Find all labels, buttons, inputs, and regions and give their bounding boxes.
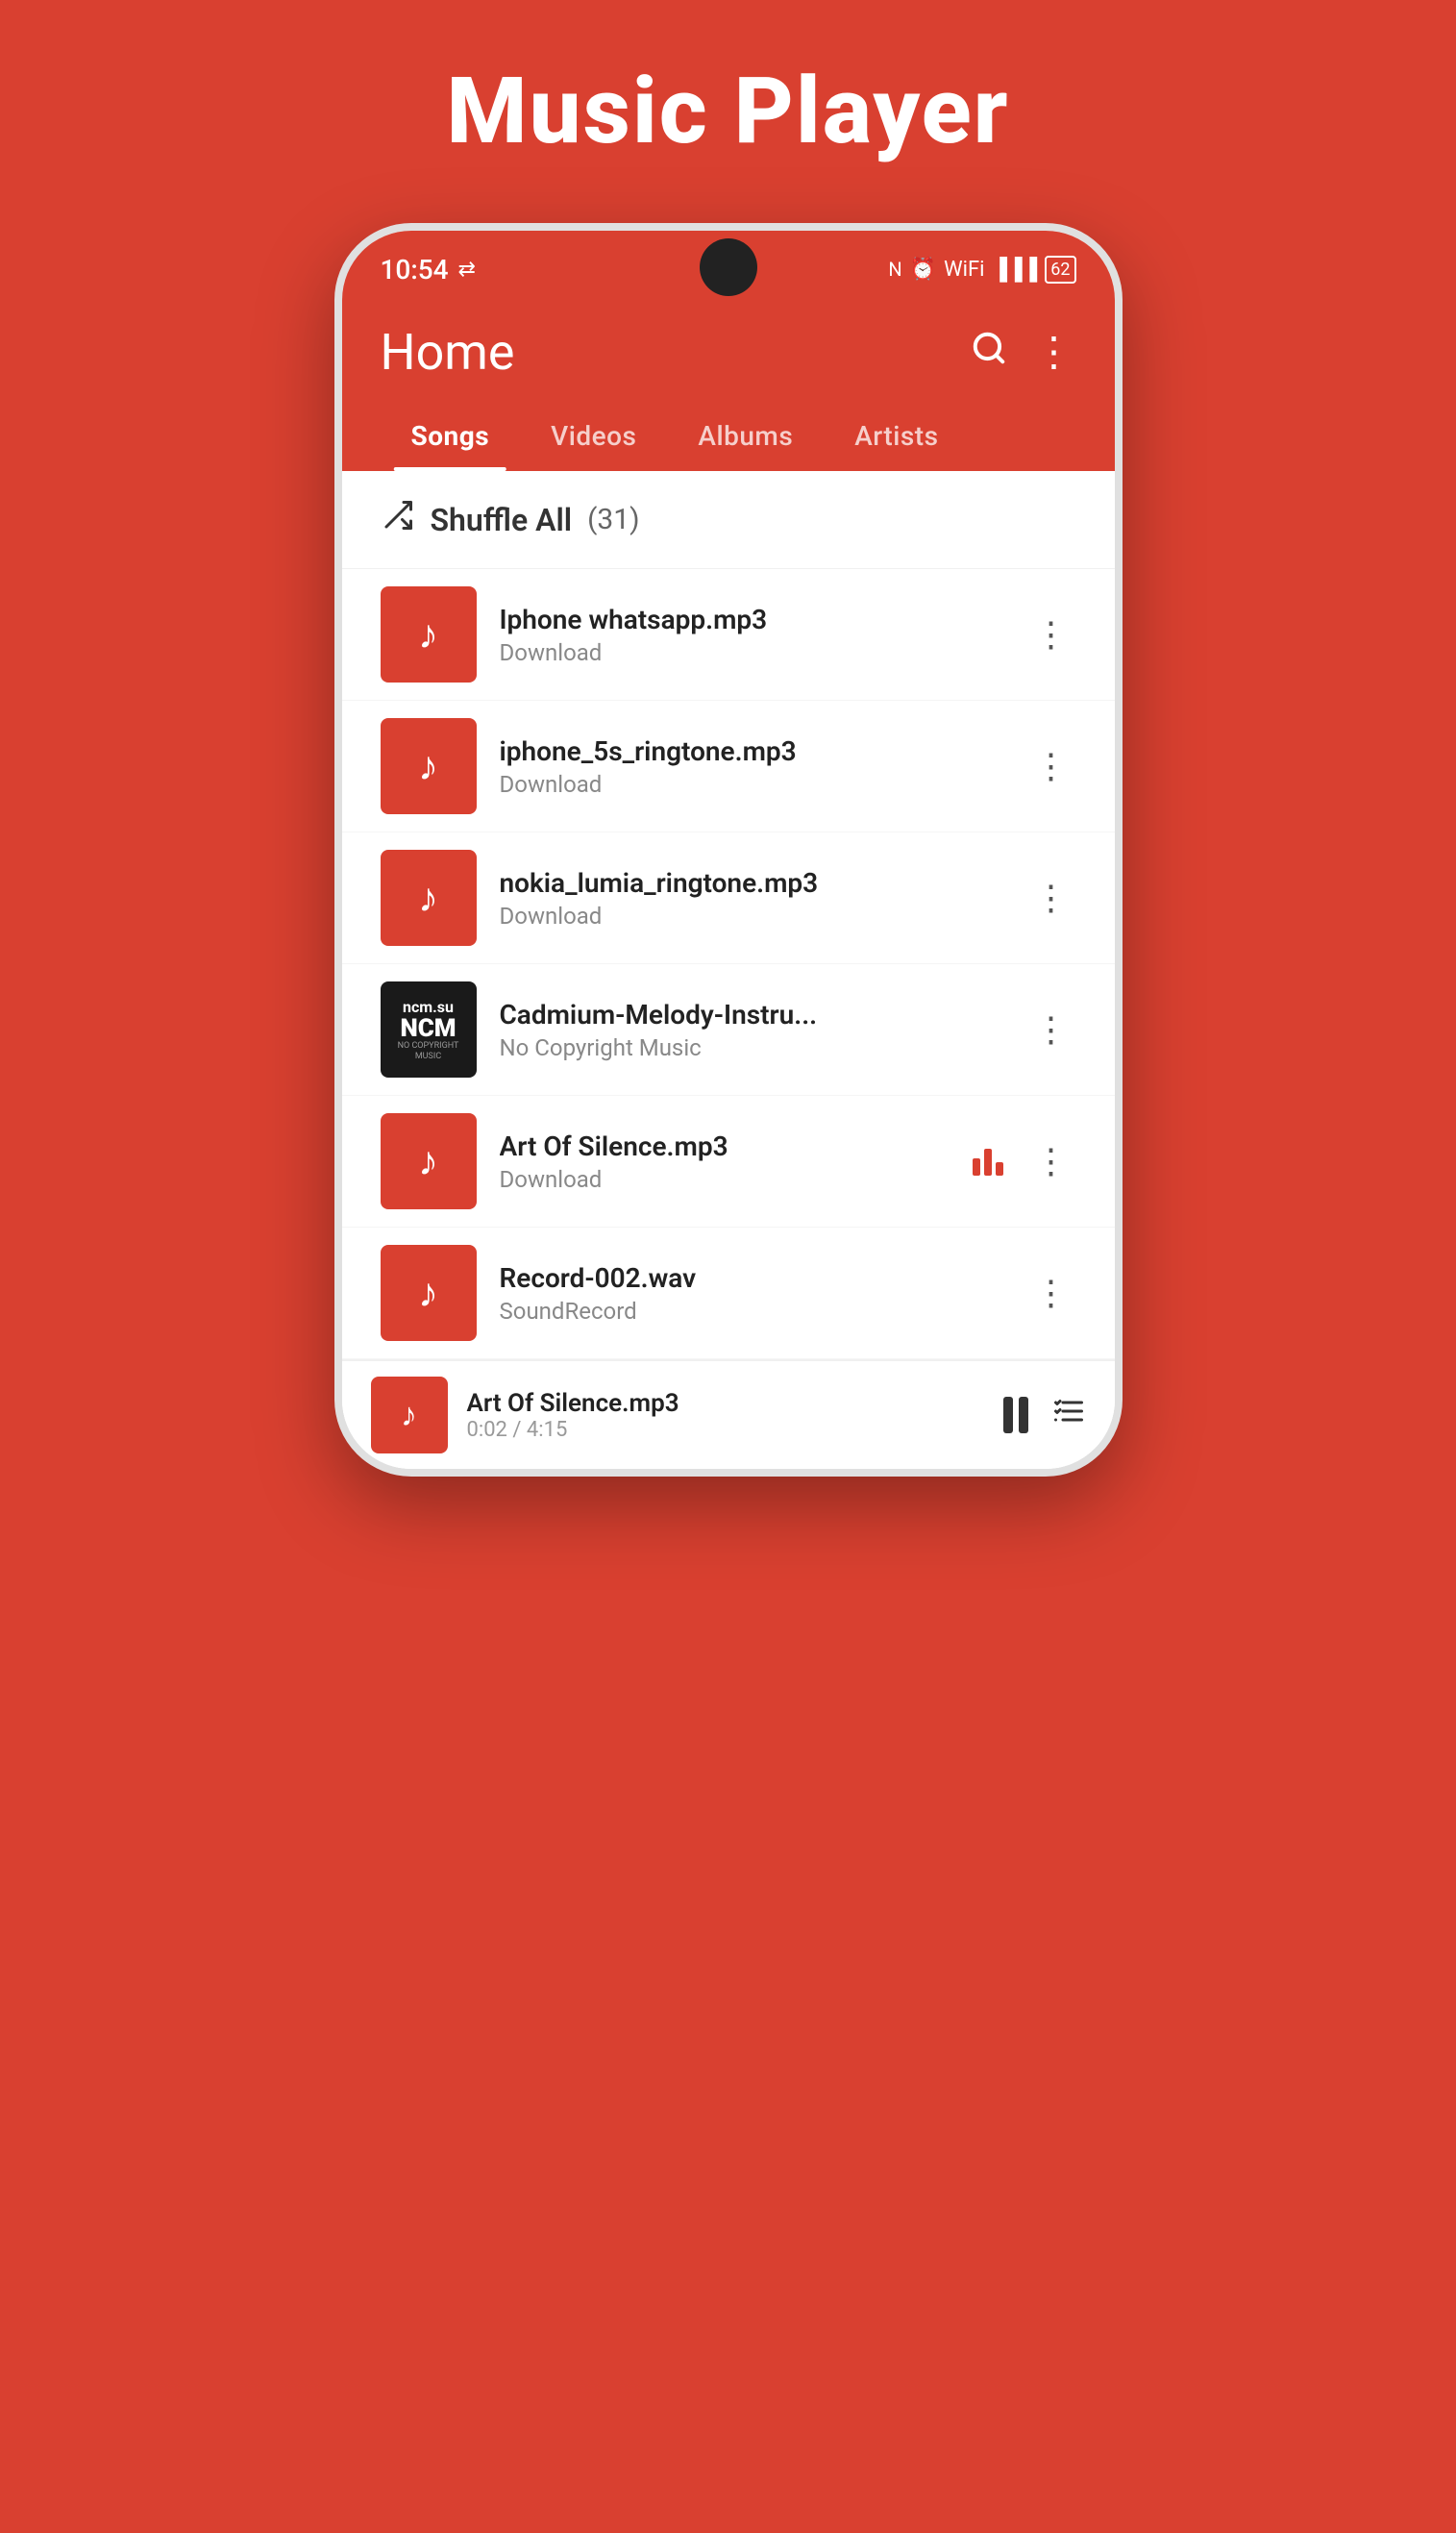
song-title: Record-002.wav bbox=[500, 1262, 1003, 1294]
wifi-icon: WiFi bbox=[944, 258, 984, 282]
song-thumbnail: ♪ bbox=[381, 718, 477, 814]
music-note-icon: ♪ bbox=[418, 743, 438, 790]
song-more-button[interactable]: ⋮ bbox=[1026, 1133, 1076, 1189]
queue-icon[interactable] bbox=[1051, 1394, 1086, 1437]
sync-icon: ⇄ bbox=[458, 258, 476, 282]
song-title: iphone_5s_ringtone.mp3 bbox=[500, 735, 1003, 767]
song-title: Iphone whatsapp.mp3 bbox=[500, 604, 1003, 635]
camera-notch bbox=[700, 238, 757, 296]
pause-button[interactable] bbox=[1003, 1397, 1028, 1433]
status-icons: N ⏰ WiFi ▐▐▐ 62 bbox=[888, 256, 1075, 284]
tab-songs[interactable]: Songs bbox=[381, 405, 521, 471]
music-note-icon: ♪ bbox=[418, 1270, 438, 1317]
song-item[interactable]: ♪ Art Of Silence.mp3 Download ⋮ bbox=[342, 1096, 1115, 1228]
tab-albums[interactable]: Albums bbox=[667, 405, 824, 471]
ncm-sub-text: NO COPYRIGHT MUSIC bbox=[381, 1041, 477, 1062]
song-artist: SoundRecord bbox=[500, 1298, 1003, 1325]
mini-player-thumbnail: ♪ bbox=[371, 1377, 448, 1453]
song-title: nokia_lumia_ringtone.mp3 bbox=[500, 867, 1003, 899]
shuffle-label: Shuffle All bbox=[431, 502, 573, 538]
song-item[interactable]: ♪ iphone_5s_ringtone.mp3 Download ⋮ bbox=[342, 701, 1115, 832]
song-thumbnail: ♪ bbox=[381, 1113, 477, 1209]
song-artist: Download bbox=[500, 1166, 950, 1193]
mini-music-note-icon: ♪ bbox=[401, 1396, 417, 1434]
ncm-main-text: NCM bbox=[400, 1016, 456, 1041]
song-item[interactable]: ♪ Record-002.wav SoundRecord ⋮ bbox=[342, 1228, 1115, 1359]
song-artist: Download bbox=[500, 903, 1003, 930]
page-title: Music Player bbox=[446, 58, 1009, 165]
mini-player-title: Art Of Silence.mp3 bbox=[467, 1389, 984, 1418]
content-area: Shuffle All (31) ♪ Iphone whatsapp.mp3 D… bbox=[342, 471, 1115, 1469]
tabs-row: Songs Videos Albums Artists bbox=[381, 405, 1076, 471]
song-more-button[interactable]: ⋮ bbox=[1026, 1265, 1076, 1321]
alarm-icon: ⏰ bbox=[910, 258, 936, 282]
search-icon[interactable] bbox=[971, 330, 1007, 376]
shuffle-count: (31) bbox=[587, 503, 639, 536]
playing-bars-indicator bbox=[973, 1147, 1003, 1176]
song-info: iphone_5s_ringtone.mp3 Download bbox=[500, 735, 1003, 798]
mini-player-controls bbox=[1003, 1394, 1086, 1437]
music-note-icon: ♪ bbox=[418, 1138, 438, 1185]
song-more-button[interactable]: ⋮ bbox=[1026, 870, 1076, 926]
mini-player-time: 0:02 / 4:15 bbox=[467, 1418, 984, 1442]
mini-player-info: Art Of Silence.mp3 0:02 / 4:15 bbox=[467, 1389, 984, 1442]
signal-icon: ▐▐▐ bbox=[993, 257, 1038, 282]
song-thumbnail: ♪ bbox=[381, 850, 477, 946]
battery-icon: 62 bbox=[1045, 256, 1075, 284]
nfc-icon: N bbox=[888, 258, 901, 281]
header-icons: ⋮ bbox=[971, 330, 1076, 376]
song-artist: Download bbox=[500, 771, 1003, 798]
music-note-icon: ♪ bbox=[418, 611, 438, 658]
song-more-button[interactable]: ⋮ bbox=[1026, 607, 1076, 662]
song-item[interactable]: ♪ nokia_lumia_ringtone.mp3 Download ⋮ bbox=[342, 832, 1115, 964]
song-artist: Download bbox=[500, 639, 1003, 666]
song-title: Cadmium-Melody-Instru... bbox=[500, 999, 1003, 1031]
song-info: Iphone whatsapp.mp3 Download bbox=[500, 604, 1003, 666]
song-thumbnail: ♪ bbox=[381, 586, 477, 683]
song-info: Record-002.wav SoundRecord bbox=[500, 1262, 1003, 1325]
music-note-icon: ♪ bbox=[418, 875, 438, 922]
phone-mockup: 10:54 ⇄ N ⏰ WiFi ▐▐▐ 62 Home bbox=[334, 223, 1123, 1477]
song-more-button[interactable]: ⋮ bbox=[1026, 1002, 1076, 1057]
app-header-title: Home bbox=[381, 323, 515, 382]
song-title: Art Of Silence.mp3 bbox=[500, 1130, 950, 1162]
status-bar: 10:54 ⇄ N ⏰ WiFi ▐▐▐ 62 bbox=[342, 231, 1115, 300]
song-info: Art Of Silence.mp3 Download bbox=[500, 1130, 950, 1193]
song-item[interactable]: ♪ Iphone whatsapp.mp3 Download ⋮ bbox=[342, 569, 1115, 701]
song-thumbnail: ♪ bbox=[381, 1245, 477, 1341]
shuffle-row[interactable]: Shuffle All (31) bbox=[342, 471, 1115, 569]
tab-videos[interactable]: Videos bbox=[520, 405, 667, 471]
app-title-row: Home ⋮ bbox=[381, 323, 1076, 382]
song-item[interactable]: ncm.su NCM NO COPYRIGHT MUSIC Cadmium-Me… bbox=[342, 964, 1115, 1096]
song-info: Cadmium-Melody-Instru... No Copyright Mu… bbox=[500, 999, 1003, 1061]
song-artist: No Copyright Music bbox=[500, 1034, 1003, 1061]
ncm-top-text: ncm.su bbox=[403, 998, 454, 1016]
mini-player[interactable]: ♪ Art Of Silence.mp3 0:02 / 4:15 bbox=[342, 1359, 1115, 1469]
status-time: 10:54 ⇄ bbox=[381, 254, 476, 286]
more-options-icon[interactable]: ⋮ bbox=[1034, 333, 1076, 373]
ncm-thumbnail: ncm.su NCM NO COPYRIGHT MUSIC bbox=[381, 981, 477, 1078]
song-more-button[interactable]: ⋮ bbox=[1026, 738, 1076, 794]
song-info: nokia_lumia_ringtone.mp3 Download bbox=[500, 867, 1003, 930]
tab-artists[interactable]: Artists bbox=[824, 405, 969, 471]
app-header: Home ⋮ Songs Videos Albums bbox=[342, 300, 1115, 471]
shuffle-icon bbox=[381, 498, 415, 541]
